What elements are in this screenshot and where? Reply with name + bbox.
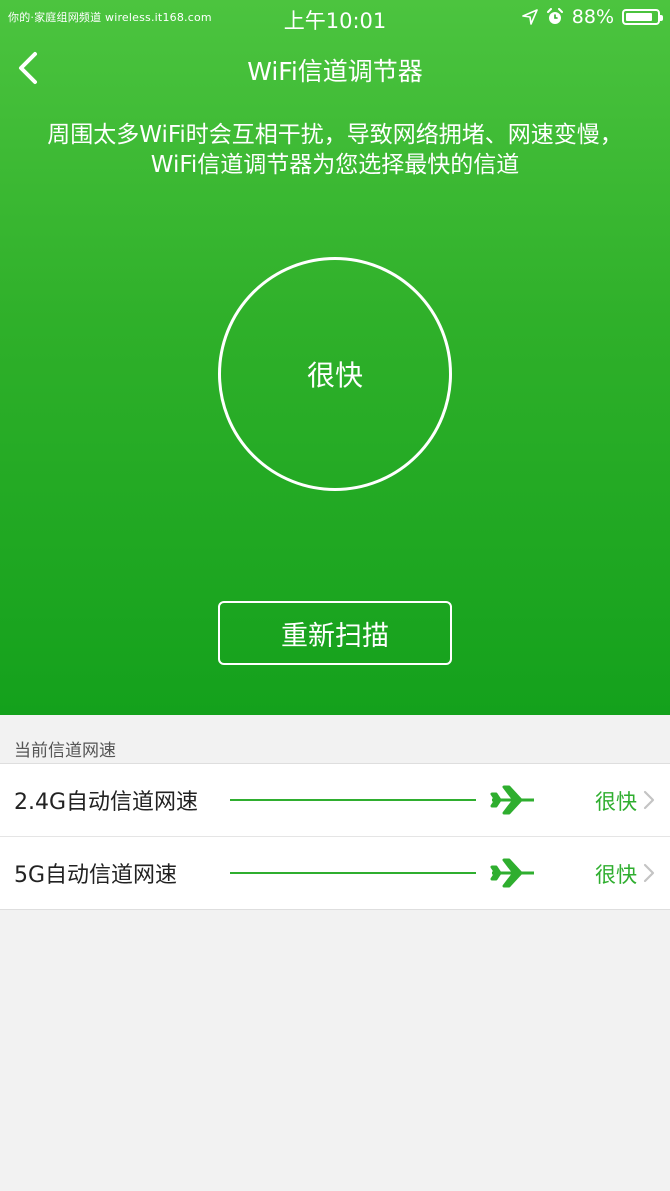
alarm-clock-icon [546,8,563,24]
status-icons: 88% [521,6,663,28]
battery-icon [622,9,663,25]
channel-name: 5G自动信道网速 [14,863,178,888]
channel-row-2-4g[interactable]: 2.4G自动信道网速 很快 [0,764,670,836]
chevron-right-icon [643,790,655,810]
channel-speed-list: 2.4G自动信道网速 很快 5G自动信道网速 很快 [0,763,670,910]
speed-line [230,799,476,801]
airplane-icon [490,858,534,888]
speed-status-label: 很快 [306,359,363,392]
section-label: 当前信道网速 [14,741,116,761]
channel-status: 很快 [595,790,637,814]
speed-indicator-circle: 很快 [218,257,452,491]
location-arrow-icon [521,9,538,25]
battery-level [626,13,653,21]
rescan-button[interactable]: 重新扫描 [218,601,452,665]
description-text: 周围太多WiFi时会互相干扰，导致网络拥堵、网速变慢，WiFi信道调节器为您选择… [47,122,623,178]
hero-panel: 你的·家庭组网频道 wireless.it168.com 上午10:01 88%… [0,0,670,715]
page-title: WiFi信道调节器 [247,57,423,86]
speed-line [230,872,476,874]
airplane-icon [490,785,534,815]
channel-status: 很快 [595,863,637,887]
chevron-right-icon [643,863,655,883]
battery-percent: 88% [571,6,614,28]
channel-name: 2.4G自动信道网速 [14,790,199,815]
channel-row-5g[interactable]: 5G自动信道网速 很快 [0,836,670,909]
